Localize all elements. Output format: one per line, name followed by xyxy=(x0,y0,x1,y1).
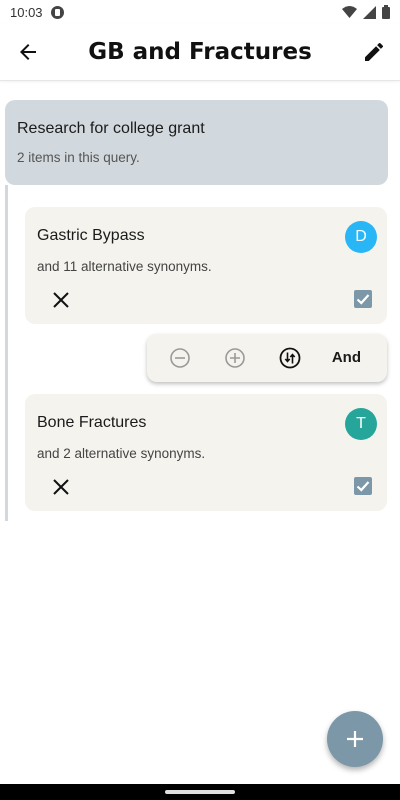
check-icon xyxy=(356,481,370,492)
term-synonyms: and 2 alternative synonyms. xyxy=(37,446,206,461)
avatar: D xyxy=(345,221,377,253)
avatar: T xyxy=(345,408,377,440)
term-title: Bone Fractures xyxy=(37,414,147,431)
arrow-back-icon[interactable] xyxy=(16,40,40,64)
swap-icon[interactable] xyxy=(278,346,302,370)
operator-bar: And xyxy=(147,334,387,382)
page-title: GB and Fractures xyxy=(88,39,312,65)
check-icon xyxy=(356,294,370,305)
avatar-letter: D xyxy=(355,228,367,245)
close-icon[interactable] xyxy=(51,477,71,497)
status-icons xyxy=(342,5,390,19)
query-connector-line xyxy=(5,185,8,521)
add-term-button[interactable] xyxy=(327,711,383,767)
plus-circle-icon[interactable] xyxy=(223,346,247,370)
term-synonyms: and 11 alternative synonyms. xyxy=(37,259,212,274)
close-icon[interactable] xyxy=(51,290,71,310)
app-notification-icon xyxy=(50,5,64,19)
query-item-count: 2 items in this query. xyxy=(17,150,140,165)
wifi-icon xyxy=(342,5,357,18)
top-app-bar: GB and Fractures xyxy=(0,24,400,81)
system-nav-bar xyxy=(0,784,400,800)
pencil-icon[interactable] xyxy=(362,40,386,64)
minus-circle-icon[interactable] xyxy=(168,346,192,370)
battery-icon xyxy=(382,5,390,19)
operator-and-button[interactable]: And xyxy=(332,349,361,366)
include-checkbox[interactable] xyxy=(354,290,372,308)
term-title: Gastric Bypass xyxy=(37,227,145,244)
status-bar: 10:03 xyxy=(0,0,400,24)
avatar-letter: T xyxy=(356,415,366,432)
signal-icon xyxy=(363,5,376,19)
query-title: Research for college grant xyxy=(17,120,205,137)
query-header: Research for college grant 2 items in th… xyxy=(5,100,388,185)
plus-icon xyxy=(347,731,363,747)
home-indicator[interactable] xyxy=(165,790,235,794)
status-time: 10:03 xyxy=(10,4,43,20)
term-card-gastric-bypass[interactable]: Gastric Bypass and 11 alternative synony… xyxy=(25,207,387,324)
include-checkbox[interactable] xyxy=(354,477,372,495)
term-card-bone-fractures[interactable]: Bone Fractures and 2 alternative synonym… xyxy=(25,394,387,511)
